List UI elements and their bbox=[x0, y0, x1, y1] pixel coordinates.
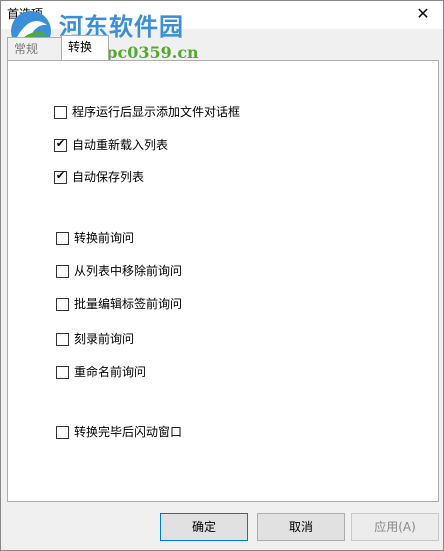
title-bar: 首选项 ✕ bbox=[1, 1, 443, 29]
option-label: 批量编辑标签前询问 bbox=[74, 297, 183, 311]
option-label: 转换前询问 bbox=[74, 231, 135, 245]
checkbox[interactable] bbox=[56, 333, 69, 346]
close-icon[interactable]: ✕ bbox=[403, 1, 443, 29]
check-mark-icon bbox=[57, 424, 68, 435]
checkbox[interactable]: ✔ bbox=[54, 169, 67, 184]
checkbox[interactable] bbox=[56, 366, 69, 379]
check-mark-icon bbox=[57, 230, 68, 241]
checkbox[interactable] bbox=[56, 232, 69, 245]
option-label: 重命名前询问 bbox=[74, 365, 147, 379]
check-mark-icon bbox=[57, 364, 68, 375]
checkbox[interactable] bbox=[56, 298, 69, 311]
apply-button[interactable]: 应用(A) bbox=[351, 513, 439, 541]
option-label: 从列表中移除前询问 bbox=[74, 264, 183, 278]
checkbox[interactable] bbox=[56, 426, 69, 439]
tab-panel: 程序运行后显示添加文件对话框 ✔ 自动重新载入列表 ✔ 自动保存列表 转换前询问… bbox=[7, 60, 439, 502]
tab-general[interactable]: 常规 bbox=[7, 37, 63, 60]
ok-button[interactable]: 确定 bbox=[160, 513, 248, 541]
check-mark-icon: ✔ bbox=[55, 169, 66, 182]
checkbox[interactable] bbox=[56, 265, 69, 278]
option-label: 刻录前询问 bbox=[74, 332, 135, 346]
check-mark-icon bbox=[55, 104, 66, 115]
check-mark-icon: ✔ bbox=[55, 137, 66, 150]
window-title: 首选项 bbox=[7, 7, 44, 21]
check-mark-icon bbox=[57, 263, 68, 274]
cancel-button[interactable]: 取消 bbox=[257, 513, 345, 541]
check-mark-icon bbox=[57, 331, 68, 342]
checkbox[interactable]: ✔ bbox=[54, 137, 67, 152]
option-label: 自动重新载入列表 bbox=[72, 138, 169, 152]
check-mark-icon bbox=[57, 296, 68, 307]
option-label: 转换完毕后闪动窗口 bbox=[74, 425, 183, 439]
preferences-window: 首选项 ✕ 河东软件园 www.pc0359.cn 常规 转换 程序运行后显示添… bbox=[0, 0, 444, 551]
option-label: 程序运行后显示添加文件对话框 bbox=[72, 105, 241, 119]
checkbox[interactable] bbox=[54, 106, 67, 119]
tab-convert[interactable]: 转换 bbox=[61, 35, 109, 60]
option-label: 自动保存列表 bbox=[72, 170, 145, 184]
